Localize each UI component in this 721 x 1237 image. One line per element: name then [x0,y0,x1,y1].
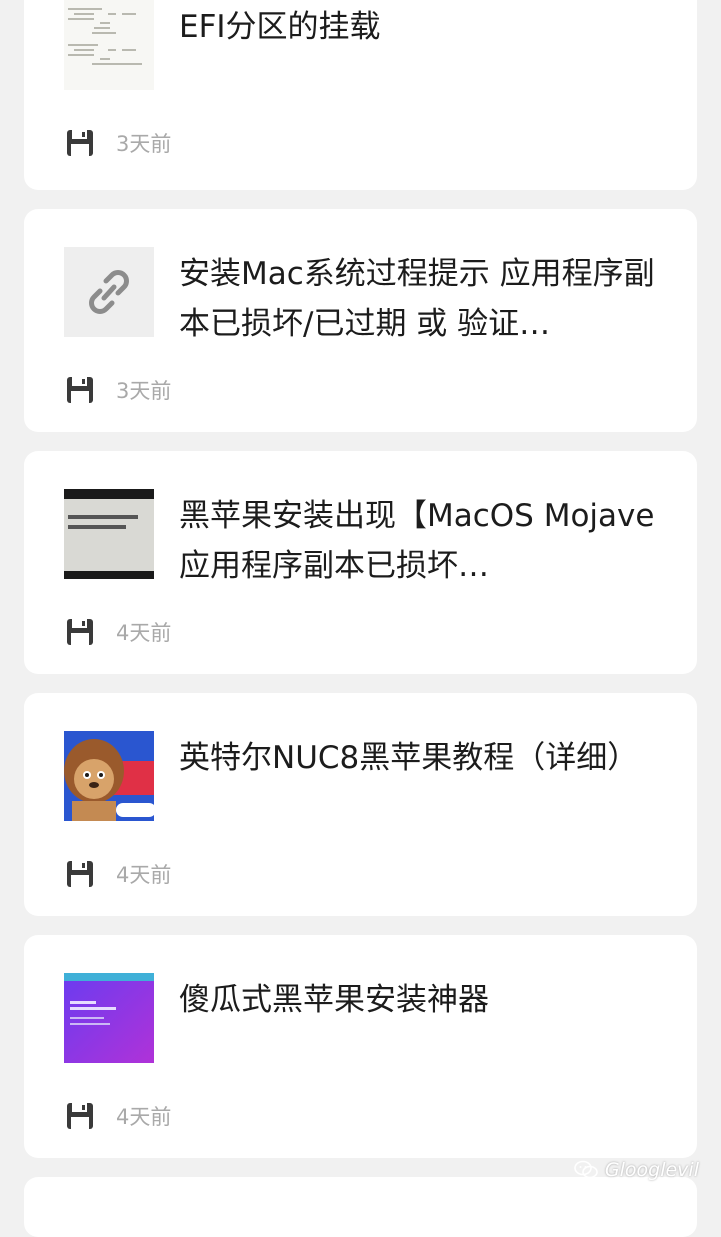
watermark: Glooglevil [573,1157,699,1183]
article-card[interactable]: 英特尔NUC8黑苹果教程（详细） 4天前 [24,693,697,916]
floppy-disk-icon [67,619,93,645]
article-card[interactable] [24,1177,697,1237]
article-card[interactable]: 傻瓜式黑苹果安装神器 4天前 [24,935,697,1158]
article-time: 4天前 [116,863,172,887]
article-card[interactable]: 安装Mac系统过程提示 应用程序副本已损坏/已过期 或 验证… 3天前 [24,209,697,432]
article-card[interactable]: EFI分区的挂载 3天前 [24,0,697,190]
article-thumbnail [64,731,154,821]
article-card[interactable]: 黑苹果安装出现【MacOS Mojave应用程序副本已损坏… 4天前 [24,451,697,674]
floppy-disk-icon [67,130,93,156]
article-title[interactable]: 安装Mac系统过程提示 应用程序副本已损坏/已过期 或 验证… [179,249,659,349]
article-title[interactable]: 傻瓜式黑苹果安装神器 [179,975,659,1025]
floppy-disk-icon [67,1103,93,1129]
article-time: 4天前 [116,621,172,645]
watermark-text: Glooglevil [604,1159,699,1181]
floppy-disk-icon [67,861,93,887]
article-meta: 4天前 [66,859,171,889]
link-icon [89,270,129,314]
article-time: 4天前 [116,1105,172,1129]
article-thumbnail [64,0,154,90]
article-thumbnail [64,247,154,337]
article-thumbnail [64,489,154,579]
wechat-icon [574,1160,598,1179]
article-title[interactable]: 黑苹果安装出现【MacOS Mojave应用程序副本已损坏… [179,491,659,591]
article-time: 3天前 [116,132,172,156]
article-meta: 4天前 [66,1101,171,1131]
article-meta: 3天前 [66,128,171,158]
article-thumbnail [64,973,154,1063]
floppy-disk-icon [67,377,93,403]
article-time: 3天前 [116,379,172,403]
article-title[interactable]: EFI分区的挂载 [179,2,659,52]
article-meta: 3天前 [66,375,171,405]
article-title[interactable]: 英特尔NUC8黑苹果教程（详细） [179,733,659,783]
article-meta: 4天前 [66,617,171,647]
